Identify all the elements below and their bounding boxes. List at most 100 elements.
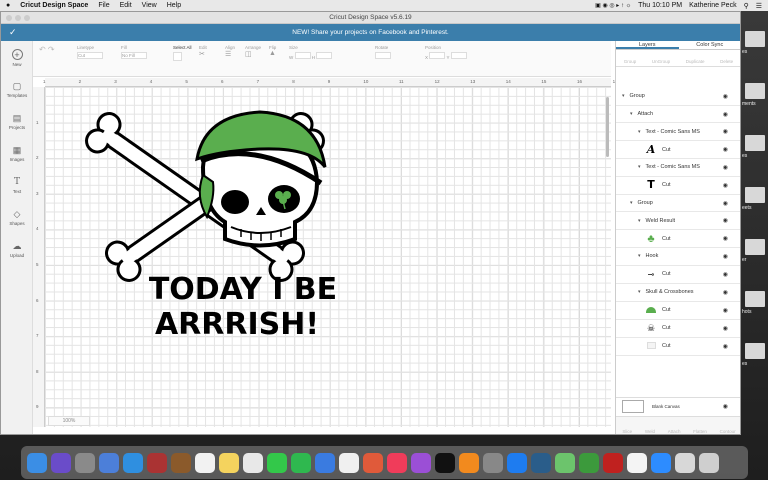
- eye-icon[interactable]: ◉: [723, 235, 728, 242]
- blank-canvas-row[interactable]: Blank Canvas ◉: [616, 397, 740, 415]
- calendar-icon[interactable]: [195, 452, 215, 473]
- sidebar-item-upload[interactable]: ☁ Upload: [1, 241, 33, 258]
- expand-arrow-icon[interactable]: ▾: [638, 129, 641, 135]
- expand-arrow-icon[interactable]: ▾: [630, 111, 633, 117]
- desktop-file-icon[interactable]: [745, 187, 765, 203]
- finder-icon[interactable]: [27, 452, 47, 473]
- eye-icon[interactable]: ◉: [723, 164, 728, 171]
- chrome-icon[interactable]: [627, 452, 647, 473]
- desktop-file-icon[interactable]: [745, 135, 765, 151]
- eye-icon[interactable]: ◉: [723, 217, 728, 224]
- layer-item[interactable]: ☠ Cut ◉: [616, 320, 740, 338]
- sidebar-item-shapes[interactable]: ◇ Shapes: [1, 209, 33, 226]
- messages-icon[interactable]: [267, 452, 287, 473]
- layer-group[interactable]: ▾ Text - Comic Sans MS ◉: [616, 123, 740, 142]
- expand-arrow-icon[interactable]: ▾: [638, 164, 641, 170]
- edit-control[interactable]: Edit ✂: [199, 45, 207, 58]
- desktop-file-label[interactable]: es: [742, 49, 768, 55]
- podcasts-icon[interactable]: [411, 452, 431, 473]
- layer-item[interactable]: Cut ◉: [616, 302, 740, 320]
- eye-off-icon[interactable]: ◉: [723, 403, 728, 410]
- close-button[interactable]: [6, 15, 12, 21]
- safari-icon[interactable]: [123, 452, 143, 473]
- layer-group[interactable]: ▾ Weld Result ◉: [616, 212, 740, 231]
- status-icons[interactable]: ▣ ◉ ◎ ▸ ↑ ☼: [595, 2, 631, 9]
- desktop-file-icon[interactable]: [745, 31, 765, 47]
- rotate-control[interactable]: Rotate: [375, 45, 391, 60]
- position-control[interactable]: Position X Y: [425, 45, 467, 60]
- notes-icon[interactable]: [219, 452, 239, 473]
- books-icon[interactable]: [459, 452, 479, 473]
- weld-button[interactable]: Weld: [645, 429, 655, 434]
- layer-group[interactable]: ▾ Attach ◉: [616, 106, 740, 124]
- delete-button[interactable]: Delete: [720, 59, 733, 64]
- eye-icon[interactable]: ◉: [723, 182, 728, 189]
- app-menu[interactable]: Cricut Design Space: [20, 2, 88, 9]
- eye-icon[interactable]: ◉: [723, 289, 728, 296]
- siri-icon[interactable]: [51, 452, 71, 473]
- app-store-badge-icon[interactable]: [99, 452, 119, 473]
- reminders-icon[interactable]: [339, 452, 359, 473]
- desktop-file-label[interactable]: er: [742, 257, 768, 263]
- expand-arrow-icon[interactable]: ▾: [630, 200, 633, 206]
- banner-text[interactable]: NEW! Share your projects on Facebook and…: [292, 29, 448, 36]
- blank-canvas-swatch[interactable]: [622, 400, 644, 413]
- control-center-icon[interactable]: ☰: [756, 2, 762, 10]
- eye-icon[interactable]: ◉: [723, 325, 728, 332]
- charts-icon[interactable]: [363, 452, 383, 473]
- system-preferences-icon[interactable]: [483, 452, 503, 473]
- eye-icon[interactable]: ◉: [723, 93, 728, 100]
- layer-item[interactable]: ⊸ Cut ◉: [616, 266, 740, 284]
- slice-button[interactable]: Slice: [622, 429, 632, 434]
- layer-group[interactable]: ▾ Hook ◉: [616, 248, 740, 266]
- cricut-icon[interactable]: [531, 452, 551, 473]
- contour-button[interactable]: Contour: [720, 429, 736, 434]
- tv-icon[interactable]: [435, 452, 455, 473]
- layer-group[interactable]: ▾ Group ◉: [616, 88, 740, 106]
- layer-item[interactable]: Cut ◉: [616, 338, 740, 356]
- desktop-file-label[interactable]: es: [742, 153, 768, 159]
- eye-icon[interactable]: ◉: [723, 271, 728, 278]
- window-controls[interactable]: [6, 15, 30, 21]
- canvas-scrollbar[interactable]: [605, 87, 610, 427]
- search-icon[interactable]: ⚲: [744, 2, 749, 10]
- pos-y-input[interactable]: [450, 52, 467, 59]
- desktop-file-label[interactable]: hots: [742, 309, 768, 315]
- check-icon[interactable]: ✓: [9, 27, 17, 38]
- flatten-button[interactable]: Flatten: [693, 429, 707, 434]
- music-icon[interactable]: [387, 452, 407, 473]
- eye-icon[interactable]: ◉: [723, 253, 728, 260]
- layer-item[interactable]: T Cut ◉: [616, 177, 740, 195]
- menu-help[interactable]: Help: [167, 2, 181, 9]
- size-w-input[interactable]: [294, 52, 311, 59]
- design-canvas[interactable]: TODAY I BE ARRRISH!: [45, 87, 611, 427]
- expand-arrow-icon[interactable]: ▾: [638, 218, 641, 224]
- zoom-icon[interactable]: [651, 452, 671, 473]
- select-all-button[interactable]: Select All: [173, 45, 192, 62]
- layer-item[interactable]: A Cut ◉: [616, 141, 740, 160]
- app-store-icon[interactable]: [507, 452, 527, 473]
- sidebar-item-images[interactable]: ▦ Images: [1, 145, 33, 162]
- pos-x-input[interactable]: [429, 52, 446, 59]
- launchpad-icon[interactable]: [75, 452, 95, 473]
- fill-select[interactable]: No Fill: [121, 52, 147, 59]
- canvas-text-line1[interactable]: TODAY I BE: [149, 272, 337, 307]
- facetime-icon[interactable]: [291, 452, 311, 473]
- attach-button[interactable]: Attach: [668, 429, 681, 434]
- arrange-control[interactable]: Arrange ◫: [245, 45, 261, 58]
- ungroup-button[interactable]: UnGroup: [652, 59, 670, 64]
- eye-icon[interactable]: ◉: [723, 128, 728, 135]
- desktop-file-icon[interactable]: [745, 291, 765, 307]
- undo-redo[interactable]: ↶ ↷: [39, 45, 55, 54]
- size-h-input[interactable]: [316, 52, 333, 59]
- desktop-file-label[interactable]: eets: [742, 205, 768, 211]
- tab-color-sync[interactable]: Color Sync: [679, 41, 741, 49]
- zoom-button[interactable]: [24, 15, 30, 21]
- desktop-file-label[interactable]: es: [742, 361, 768, 367]
- duplicate-button[interactable]: Duplicate: [686, 59, 705, 64]
- user-name[interactable]: Katherine Peck: [689, 2, 736, 9]
- minimize-button[interactable]: [15, 15, 21, 21]
- eye-icon[interactable]: ◉: [723, 307, 728, 314]
- size-control[interactable]: Size W H: [289, 45, 333, 60]
- layer-group[interactable]: ▾ Skull & Crossbones ◉: [616, 284, 740, 302]
